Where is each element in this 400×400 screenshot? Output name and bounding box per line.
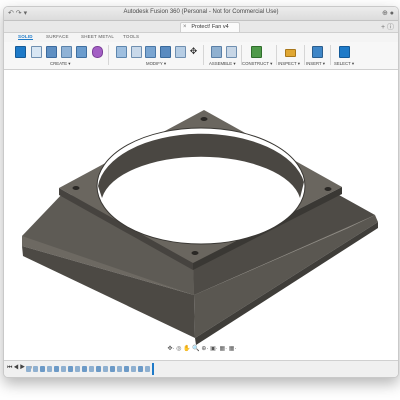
press-pull-icon[interactable] [116,46,127,58]
joint-icon[interactable] [211,46,222,58]
canvas-viewport[interactable]: ✥· ◎ ✋ 🔍 ⊕· ▣· ▦· ▦· [4,70,398,360]
timeline-feature[interactable] [117,366,122,372]
toolbar-divider [203,45,204,65]
tab-solid[interactable]: SOLID [18,34,33,40]
app-window: ↶ ↷ ▾ Autodesk Fusion 360 (Personal - No… [3,6,399,378]
tab-bar-actions[interactable]: + ⓘ [381,22,394,32]
insert-image-icon[interactable] [312,46,323,58]
model-render [22,110,378,345]
construct-menu[interactable]: CONSTRUCT ▾ [242,61,272,67]
combine-icon[interactable] [175,46,186,58]
timeline-feature[interactable] [131,366,136,372]
screw-hole [324,187,332,191]
tab-tools[interactable]: TOOLS [123,34,139,39]
shell-icon[interactable] [160,46,171,58]
workspace-tabs: SOLID SURFACE SHEET METAL TOOLS [4,33,398,42]
toolbar-divider [108,45,109,65]
create-menu[interactable]: CREATE ▾ [50,61,70,67]
screw-hole [191,251,199,255]
timeline-feature[interactable] [103,366,108,372]
move-icon[interactable]: ✥ [189,46,198,56]
as-built-joint-icon[interactable] [226,46,237,58]
window-title: Autodesk Fusion 360 (Personal - Not for … [123,9,279,15]
title-bar: ↶ ↷ ▾ Autodesk Fusion 360 (Personal - No… [4,7,398,21]
offset-plane-icon[interactable] [251,46,262,58]
timeline-feature[interactable] [54,366,59,372]
timeline-feature[interactable] [82,366,87,372]
timeline-feature[interactable] [33,366,38,372]
form-icon[interactable] [92,46,103,58]
timeline-feature[interactable] [89,366,94,372]
ribbon-toolbar: CREATE ▾ ✥ MODIFY ▾ ASSEMBLE ▾ CONSTRUCT… [4,42,398,70]
inspect-menu[interactable]: INSPECT ▾ [278,61,300,67]
document-tab[interactable]: × Protect! Fan v4 [180,22,240,32]
timeline-feature[interactable] [40,366,45,372]
timeline-feature[interactable] [61,366,66,372]
close-icon[interactable]: × [183,23,187,32]
modify-menu[interactable]: MODIFY ▾ [146,61,166,67]
select-icon[interactable] [339,46,350,58]
screw-hole [200,117,208,121]
fillet-icon[interactable] [131,46,142,58]
screw-hole [72,186,80,190]
tab-sheet-metal[interactable]: SHEET METAL [81,34,114,39]
timeline-feature[interactable] [75,366,80,372]
timeline-feature[interactable] [26,366,31,372]
timeline-feature[interactable] [47,366,52,372]
assemble-menu[interactable]: ASSEMBLE ▾ [209,61,236,67]
document-tab-label: Protect! Fan v4 [191,24,229,30]
select-menu[interactable]: SELECT ▾ [334,61,354,67]
measure-icon[interactable] [285,49,296,57]
extrude-icon[interactable] [46,46,57,58]
document-tab-bar: × Protect! Fan v4 + ⓘ [4,21,398,33]
toolbar-divider [276,45,277,65]
new-component-icon[interactable] [15,46,26,58]
tab-surface[interactable]: SURFACE [46,34,69,39]
create-sketch-icon[interactable] [31,46,42,58]
window-controls[interactable]: ⊕ ● [382,9,394,17]
timeline-feature[interactable] [138,366,143,372]
chamfer-icon[interactable] [145,46,156,58]
timeline-bar: ⏮◀▶⏭ [4,360,398,377]
navigation-bar[interactable]: ✥· ◎ ✋ 🔍 ⊕· ▣· ▦· ▦· [156,345,248,354]
sweep-icon[interactable] [76,46,87,58]
timeline-feature[interactable] [96,366,101,372]
timeline-marker[interactable] [152,363,154,375]
toolbar-divider [304,45,305,65]
timeline-feature[interactable] [68,366,73,372]
timeline-feature[interactable] [145,366,150,372]
toolbar-divider [330,45,331,65]
timeline-feature[interactable] [110,366,115,372]
revolve-icon[interactable] [61,46,72,58]
timeline-feature[interactable] [124,366,129,372]
insert-menu[interactable]: INSERT ▾ [306,61,325,67]
